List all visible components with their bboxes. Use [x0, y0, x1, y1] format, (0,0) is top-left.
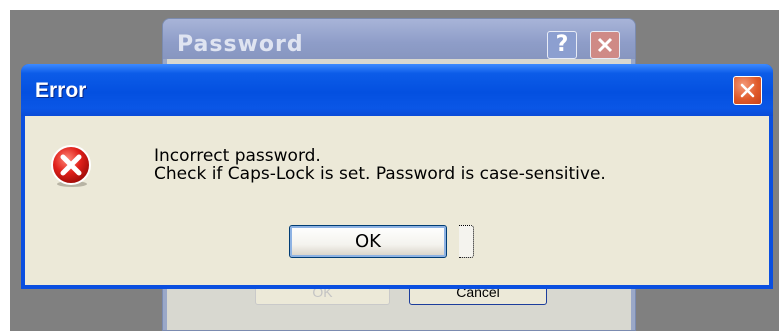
close-icon [597, 37, 613, 53]
error-close-button[interactable] [733, 76, 762, 105]
error-dialog: Error Incorrect password. Check if Caps-… [21, 64, 773, 289]
help-button[interactable]: ? [547, 31, 577, 59]
password-title: Password [177, 32, 304, 57]
focus-indicator [459, 225, 474, 258]
ok-button[interactable]: OK [289, 225, 447, 258]
close-icon [740, 83, 755, 98]
password-close-button[interactable] [590, 31, 620, 59]
error-icon [51, 145, 91, 187]
error-message-line-1: Incorrect password. [154, 146, 321, 166]
error-titlebar[interactable]: Error [21, 64, 773, 116]
password-titlebar: Password ? [163, 19, 635, 59]
error-title: Error [35, 79, 87, 102]
error-message-line-2: Check if Caps-Lock is set. Password is c… [154, 164, 606, 184]
error-client-area: Incorrect password. Check if Caps-Lock i… [25, 116, 769, 285]
